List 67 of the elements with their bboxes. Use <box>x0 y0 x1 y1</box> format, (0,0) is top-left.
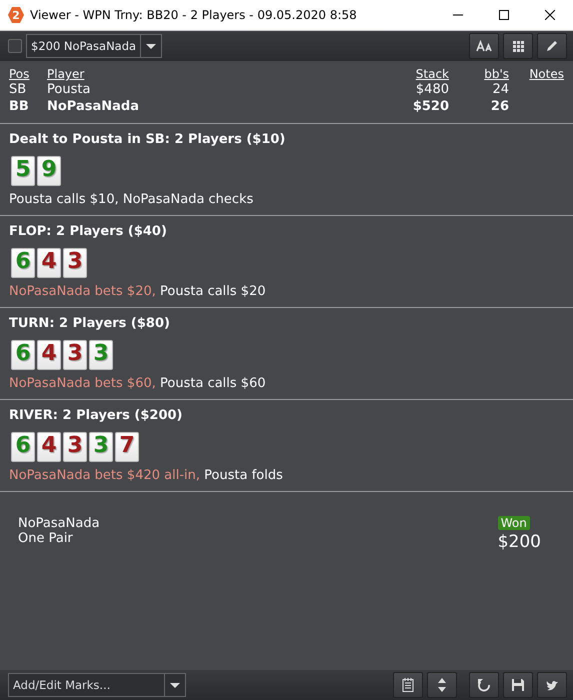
spinner-button[interactable] <box>427 672 457 698</box>
action-text: Pousta calls $20 <box>160 284 266 299</box>
action-text: Pousta folds <box>204 468 283 483</box>
column-header[interactable]: Pos <box>9 67 47 81</box>
notes-button[interactable] <box>393 672 423 698</box>
hand-rank: One Pair <box>18 531 74 546</box>
font-size-button[interactable] <box>469 33 499 59</box>
action-text: NoPasaNada bets $60, <box>9 376 156 391</box>
street-title: TURN: 2 Players ($80) <box>9 316 171 331</box>
playing-card: 6 <box>11 248 35 278</box>
refresh-button[interactable] <box>469 672 499 698</box>
playing-card: 5 <box>11 156 35 186</box>
street-title: FLOP: 2 Players ($40) <box>9 224 168 239</box>
font-size-icon <box>476 40 492 52</box>
winner-name: NoPasaNada <box>18 516 100 531</box>
street-title: Dealt to Pousta in SB: 2 Players ($10) <box>9 132 286 147</box>
table-cell: Pousta <box>47 82 90 97</box>
playing-card: 3 <box>89 432 113 462</box>
app-logo: 2 <box>8 7 24 23</box>
playing-card: 3 <box>63 432 87 462</box>
hand-dropdown[interactable]: $200 NoPasaNada <box>26 34 162 58</box>
grid-button[interactable] <box>503 33 533 59</box>
pencil-icon <box>545 39 559 53</box>
won-amount: $200 <box>498 532 541 552</box>
save-icon <box>511 678 525 692</box>
playing-card: 6 <box>11 432 35 462</box>
playing-card: 6 <box>11 340 35 370</box>
caret-icon <box>146 44 156 48</box>
table-cell: $520 <box>412 99 449 114</box>
marks-dropdown[interactable]: Add/Edit Marks... <box>8 673 186 697</box>
column-header[interactable]: Stack <box>336 67 449 81</box>
caret-icon <box>170 682 180 688</box>
table-cell: NoPasaNada <box>47 99 140 114</box>
playing-card: 4 <box>37 248 61 278</box>
table-cell: 24 <box>492 82 509 97</box>
grid-icon <box>512 40 524 52</box>
action-text: Pousta calls $60 <box>160 376 266 391</box>
playing-card: 3 <box>63 248 87 278</box>
refresh-icon <box>477 678 491 692</box>
up-down-icon <box>438 678 446 692</box>
action-text: Pousta calls $10, NoPasaNada checks <box>9 192 254 207</box>
column-header[interactable]: Player <box>47 67 336 81</box>
table-cell: SB <box>9 82 26 97</box>
playing-card: 4 <box>37 340 61 370</box>
action-text: NoPasaNada bets $420 all-in, <box>9 468 200 483</box>
playing-card: 3 <box>63 340 87 370</box>
playing-card: 3 <box>89 340 113 370</box>
window-title: Viewer - WPN Trny: BB20 - 2 Players - 09.05.2020 8:58 <box>30 8 358 22</box>
close-icon <box>545 10 555 20</box>
column-header[interactable]: bb's <box>449 67 509 81</box>
street-title: RIVER: 2 Players ($200) <box>9 408 184 423</box>
table-cell: 26 <box>490 99 509 114</box>
table-cell: BB <box>9 99 29 114</box>
playing-card: 4 <box>37 432 61 462</box>
playing-card: 7 <box>115 432 139 462</box>
column-header[interactable]: Notes <box>509 67 564 81</box>
notepad-icon <box>402 678 414 692</box>
edit-button[interactable] <box>537 33 567 59</box>
share-button[interactable] <box>537 672 567 698</box>
action-text: NoPasaNada bets $20, <box>9 284 156 299</box>
bird-icon <box>546 678 558 692</box>
playing-card: 9 <box>37 156 61 186</box>
maximize-icon <box>499 10 509 20</box>
save-button[interactable] <box>503 672 533 698</box>
checkbox[interactable] <box>8 39 22 53</box>
won-badge: Won <box>498 516 530 530</box>
table-cell: $480 <box>416 82 449 97</box>
